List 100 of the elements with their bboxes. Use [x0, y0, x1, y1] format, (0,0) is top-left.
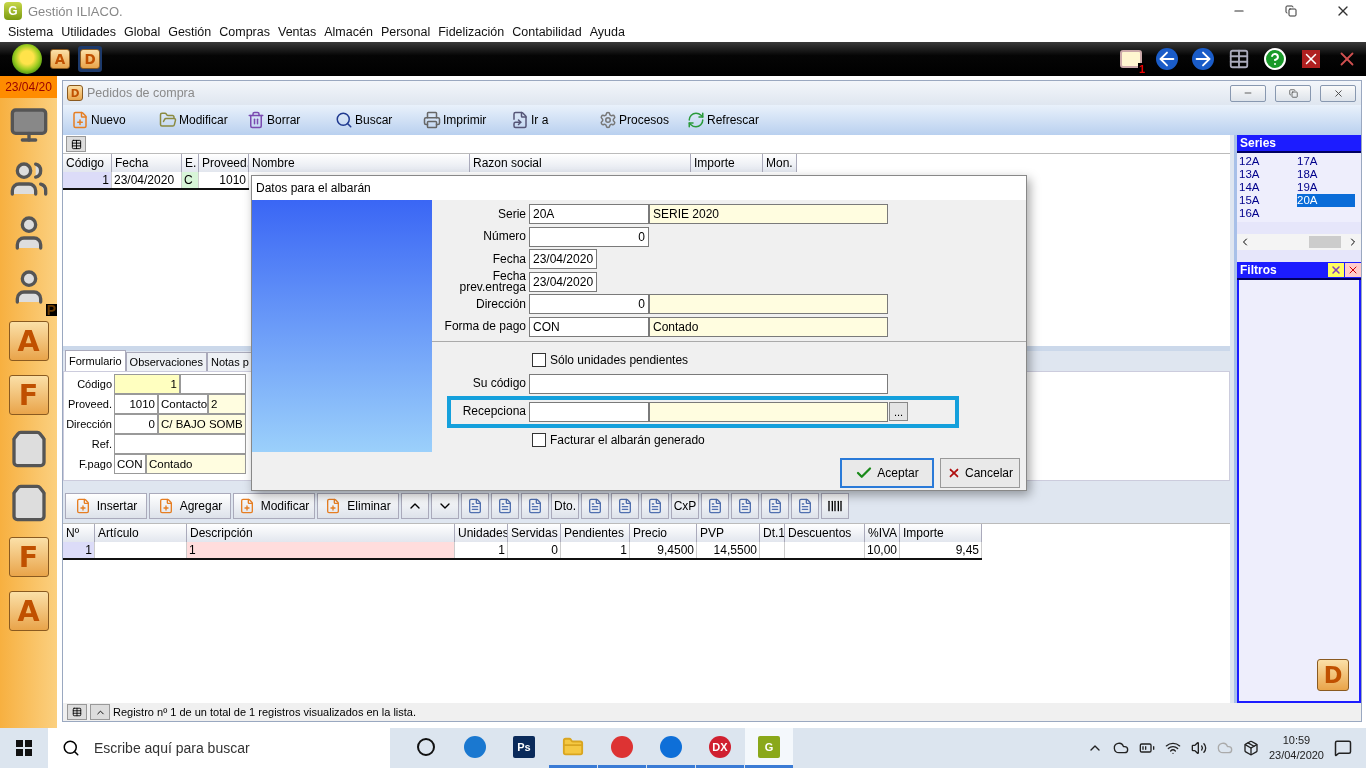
list-item[interactable]: 15A	[1239, 194, 1297, 207]
minimize-button[interactable]	[1230, 84, 1266, 102]
toolbar-button[interactable]: Borrar	[243, 106, 331, 134]
text-field[interactable]	[529, 373, 888, 394]
column-header[interactable]: Importe	[900, 524, 982, 542]
toolbar-button[interactable]: Procesos	[595, 106, 683, 134]
people-icon[interactable]	[8, 159, 49, 199]
speaker-icon[interactable]	[1190, 740, 1207, 756]
column-header[interactable]: Fecha	[112, 154, 182, 172]
code-field[interactable]: 20A	[529, 204, 649, 225]
list-item[interactable]: 17A	[1297, 155, 1355, 168]
restore-button[interactable]	[1275, 84, 1311, 102]
column-header[interactable]: Importe	[691, 154, 763, 172]
cloud-icon[interactable]	[1112, 740, 1129, 756]
column-header[interactable]: Mon.	[763, 154, 797, 172]
accept-button[interactable]: Aceptar	[840, 458, 934, 488]
menu-item[interactable]: Almacén	[320, 25, 377, 39]
code-field[interactable]: 0	[529, 294, 649, 315]
menu-item[interactable]: Ayuda	[585, 25, 629, 39]
monitor-icon[interactable]	[8, 105, 49, 145]
description-field[interactable]	[649, 294, 888, 315]
column-header[interactable]: Descuentos	[785, 524, 865, 542]
column-header[interactable]: Código	[63, 154, 112, 172]
form-field[interactable]: C/ BAJO SOMB	[158, 414, 246, 434]
logo-icon[interactable]	[12, 44, 42, 74]
menu-item[interactable]: Utilidades	[57, 25, 121, 39]
column-header[interactable]: Nombre	[249, 154, 470, 172]
cancel-button[interactable]: Cancelar	[940, 458, 1020, 488]
box-icon[interactable]	[1242, 740, 1259, 756]
toolbar-button[interactable]: Dto.	[551, 493, 579, 519]
form-field[interactable]: 1	[114, 374, 180, 394]
move-up-button[interactable]	[401, 493, 429, 519]
form-field[interactable]: 0	[114, 414, 158, 434]
date-field[interactable]: 23/04/2020	[529, 271, 597, 292]
description-field[interactable]: Contado	[649, 316, 888, 337]
list-item[interactable]: 13A	[1239, 168, 1297, 181]
clock[interactable]: 10:59 23/04/2020	[1268, 733, 1324, 763]
form-field[interactable]	[180, 374, 246, 394]
clear-filter-button[interactable]	[1328, 263, 1344, 277]
table-row[interactable]: 1 1 1 0 1 9,4500 14,5500 10,00 9,45	[63, 542, 982, 560]
toolbar-button[interactable]: Agregar	[149, 493, 231, 519]
view-button[interactable]	[67, 704, 87, 720]
code-field[interactable]: CON	[529, 316, 649, 337]
list-item[interactable]: 14A	[1239, 181, 1297, 194]
column-header[interactable]: PVP	[697, 524, 760, 542]
tab[interactable]: Formulario	[65, 350, 126, 371]
checkbox[interactable]	[532, 352, 546, 367]
tab[interactable]: Observaciones	[125, 352, 207, 371]
scrollbar[interactable]	[1237, 234, 1361, 250]
move-down-button[interactable]	[431, 493, 459, 519]
tab[interactable]: Notas p	[206, 352, 253, 371]
column-header[interactable]: Proveed.	[199, 154, 249, 172]
grid-view-button[interactable]	[66, 136, 86, 152]
column-header[interactable]: Nº	[63, 524, 95, 542]
mail-button[interactable]: 1	[1116, 45, 1146, 73]
toolbar-button[interactable]: Ir a	[507, 106, 595, 134]
wifi-icon[interactable]	[1164, 740, 1181, 756]
date-field[interactable]: 23/04/2020	[529, 249, 597, 270]
toolbar-button[interactable]: Nuevo	[67, 106, 155, 134]
form-field[interactable]: CON	[114, 454, 146, 474]
description-field[interactable]	[649, 401, 888, 422]
form-field[interactable]: Contado	[146, 454, 246, 474]
form-field[interactable]: 1010	[114, 394, 158, 414]
toolbar-button[interactable]: Modificar	[233, 493, 315, 519]
column-header[interactable]: Pendientes	[561, 524, 630, 542]
menu-item[interactable]: Personal	[376, 25, 435, 39]
chat-icon[interactable]	[1334, 739, 1352, 757]
search-input[interactable]: Escribe aquí para buscar	[92, 739, 390, 757]
toolbar-button[interactable]: Refrescar	[683, 106, 771, 134]
checkbox[interactable]	[532, 433, 546, 447]
toolbar-button[interactable]	[821, 493, 849, 519]
table-row[interactable]: 1 23/04/2020 C 1010	[63, 172, 249, 190]
toolbar-button[interactable]: Eliminar	[317, 493, 399, 519]
toolbar-button[interactable]: Modificar	[155, 106, 243, 134]
column-header[interactable]: Servidas	[508, 524, 561, 542]
browse-button[interactable]: ...	[889, 402, 908, 422]
number-field[interactable]: 0	[529, 226, 649, 247]
menu-item[interactable]: Sistema	[4, 25, 58, 39]
column-header[interactable]: Descripción	[187, 524, 455, 542]
battery-icon[interactable]	[1138, 740, 1155, 756]
list-item[interactable]: 12A	[1239, 155, 1297, 168]
column-header[interactable]: %IVA	[865, 524, 900, 542]
menu-item[interactable]: Fidelización	[434, 25, 509, 39]
column-header[interactable]: Precio	[630, 524, 697, 542]
column-header[interactable]: Artículo	[95, 524, 187, 542]
taskbar-app[interactable]: Ps	[500, 728, 548, 768]
code-field[interactable]	[529, 401, 649, 422]
toolbar-button[interactable]: Buscar	[331, 106, 419, 134]
column-header[interactable]: Dt.1	[760, 524, 785, 542]
menu-item[interactable]: Compras	[215, 25, 274, 39]
search-field[interactable]: Escribe aquí para buscar	[48, 728, 390, 768]
menu-item[interactable]: Gestión	[164, 25, 216, 39]
list-item[interactable]: 16A	[1239, 207, 1297, 220]
description-field[interactable]: SERIE 2020	[649, 204, 888, 225]
toolbar-button[interactable]: Insertar	[65, 493, 147, 519]
toolbar-button[interactable]: Imprimir	[419, 106, 507, 134]
column-header[interactable]: E.	[182, 154, 199, 172]
list-item[interactable]: 20A	[1297, 194, 1355, 207]
menu-item[interactable]: Ventas	[274, 25, 321, 39]
list-item[interactable]: 19A	[1297, 181, 1355, 194]
